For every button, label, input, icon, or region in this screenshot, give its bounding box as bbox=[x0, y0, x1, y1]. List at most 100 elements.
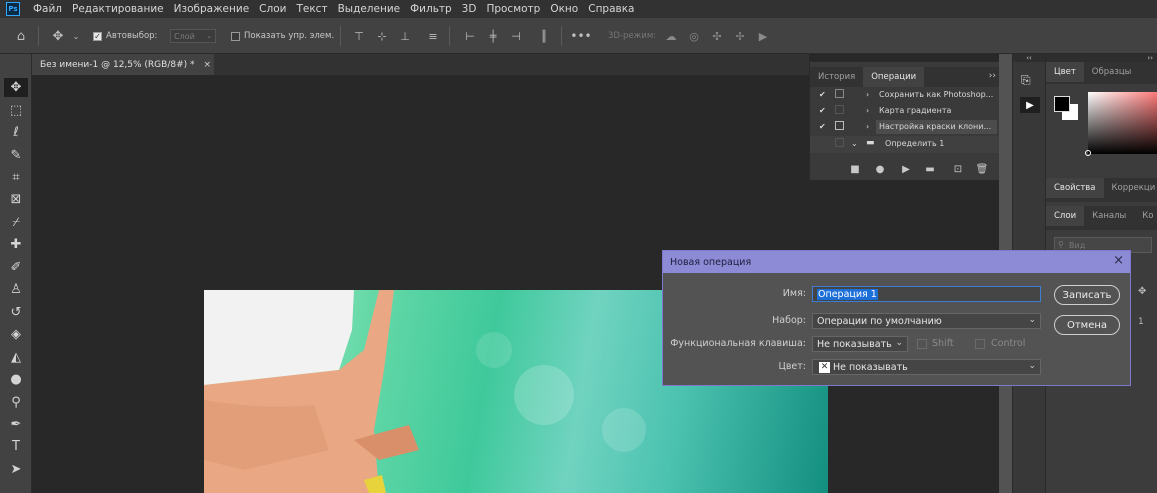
menu-select[interactable]: Выделение bbox=[333, 3, 406, 15]
play-icon[interactable]: ▶ bbox=[900, 163, 912, 175]
tab-properties[interactable]: Свойства bbox=[1046, 178, 1104, 198]
tab-actions[interactable]: Операции bbox=[863, 67, 925, 87]
paint-bucket-tool-icon[interactable]: ◭ bbox=[4, 348, 28, 367]
tab-channels[interactable]: Каналы bbox=[1084, 206, 1134, 226]
camera-3d-icon[interactable]: ▶ bbox=[756, 29, 770, 43]
dialog-toggle-icon[interactable] bbox=[835, 105, 844, 114]
drag-3d-icon[interactable]: ✣ bbox=[710, 29, 724, 43]
action-row[interactable]: ✔ › Карта градиента bbox=[810, 103, 1018, 120]
tab-adjustments[interactable]: Коррекци bbox=[1104, 178, 1157, 198]
move-tool-icon[interactable]: ✥ bbox=[4, 78, 28, 97]
menu-image[interactable]: Изображение bbox=[169, 3, 255, 15]
tab-paths[interactable]: Ко bbox=[1134, 206, 1157, 226]
type-tool-icon[interactable]: T bbox=[4, 437, 28, 456]
move-tool-icon[interactable]: ✥ bbox=[51, 29, 65, 44]
menu-edit[interactable]: Редактирование bbox=[67, 3, 169, 15]
blur-tool-icon[interactable]: ● bbox=[4, 370, 28, 389]
orbit-3d-icon[interactable]: ☁ bbox=[664, 29, 678, 43]
slide-3d-icon[interactable]: ✢ bbox=[733, 29, 747, 43]
action-set-select[interactable]: Операции по умолчанию ⌄ bbox=[812, 313, 1041, 329]
checkmark-icon[interactable]: ✔ bbox=[819, 90, 826, 99]
history-panel-icon[interactable]: ⎘ bbox=[1021, 73, 1031, 88]
pen-tool-icon[interactable]: ✒ bbox=[4, 415, 28, 434]
menu-3d[interactable]: 3D bbox=[457, 3, 482, 15]
align-left-icon[interactable]: ⊢ bbox=[463, 29, 477, 43]
align-bottom-icon[interactable]: ⊥ bbox=[398, 29, 412, 43]
collapse-icon[interactable]: ›› bbox=[1046, 54, 1157, 62]
action-row[interactable]: ✔ › Сохранить как Photoshop... bbox=[810, 87, 1018, 104]
menu-filter[interactable]: Фильтр bbox=[405, 3, 457, 15]
align-right-icon[interactable]: ⊣ bbox=[509, 29, 523, 43]
chevron-down-icon[interactable]: ⌄ bbox=[851, 139, 858, 148]
menu-window[interactable]: Окно bbox=[545, 3, 583, 15]
roll-3d-icon[interactable]: ◎ bbox=[687, 29, 701, 43]
expand-icon[interactable]: › bbox=[866, 90, 869, 99]
crop-tool-icon[interactable]: ⌗ bbox=[4, 168, 28, 187]
record-button[interactable]: Записать bbox=[1054, 285, 1120, 305]
align-top-icon[interactable]: ⊤ bbox=[352, 29, 366, 43]
collapse-icon[interactable]: ‹‹ bbox=[1013, 54, 1045, 62]
clone-stamp-tool-icon[interactable]: ♙ bbox=[4, 280, 28, 299]
action-color-select[interactable]: ✕ Не показывать ⌄ bbox=[812, 359, 1041, 375]
eraser-tool-icon[interactable]: ◈ bbox=[4, 325, 28, 344]
shift-checkbox[interactable] bbox=[917, 339, 927, 349]
tab-history[interactable]: История bbox=[810, 67, 863, 87]
new-action-icon[interactable]: ⊡ bbox=[952, 163, 964, 175]
color-picker-field[interactable] bbox=[1088, 92, 1157, 154]
quick-select-tool-icon[interactable]: ✎ bbox=[4, 146, 28, 165]
close-icon[interactable]: × bbox=[1113, 254, 1124, 268]
expand-icon[interactable]: › bbox=[866, 106, 869, 115]
tab-layers[interactable]: Слои bbox=[1046, 206, 1085, 226]
show-controls-toggle[interactable]: Показать упр. элем. bbox=[231, 28, 334, 44]
action-name-input[interactable]: Операция 1 bbox=[812, 286, 1041, 302]
align-vcenter-icon[interactable]: ⊹ bbox=[375, 29, 389, 43]
checkmark-icon[interactable]: ✔ bbox=[819, 106, 826, 115]
lasso-tool-icon[interactable]: ℓ bbox=[4, 123, 28, 142]
record-icon[interactable]: ● bbox=[874, 163, 886, 175]
dialog-toggle-icon[interactable] bbox=[835, 89, 844, 98]
menu-layers[interactable]: Слои bbox=[254, 3, 291, 15]
color-picker-cursor[interactable] bbox=[1085, 150, 1091, 156]
menu-type[interactable]: Текст bbox=[291, 3, 332, 15]
close-icon[interactable]: × bbox=[204, 60, 212, 70]
chevron-down-icon[interactable]: ⌄ bbox=[69, 29, 83, 43]
distribute-icon[interactable]: ≡ bbox=[426, 29, 440, 43]
marquee-tool-icon[interactable]: ⬚ bbox=[4, 101, 28, 120]
collapse-panel-icon[interactable]: ›› bbox=[989, 71, 996, 81]
dodge-tool-icon[interactable]: ⚲ bbox=[4, 393, 28, 412]
stop-icon[interactable]: ■ bbox=[849, 163, 861, 175]
more-options-icon[interactable]: ••• bbox=[570, 29, 591, 43]
checkbox-icon[interactable] bbox=[231, 31, 240, 41]
align-hcenter-icon[interactable]: ╪ bbox=[486, 29, 500, 43]
dialog-toggle-icon[interactable] bbox=[835, 138, 844, 147]
new-set-folder-icon[interactable]: ▬ bbox=[924, 163, 936, 175]
healing-brush-tool-icon[interactable]: ✚ bbox=[4, 235, 28, 254]
function-key-select[interactable]: Не показывать ⌄ bbox=[812, 336, 908, 352]
photoshop-logo[interactable]: Ps bbox=[6, 2, 20, 16]
actions-panel-icon[interactable]: ▶ bbox=[1020, 97, 1040, 113]
document-tab[interactable]: Без имени-1 @ 12,5% (RGB/8#) * × bbox=[32, 54, 214, 75]
path-select-tool-icon[interactable]: ➤ bbox=[4, 460, 28, 479]
brush-tool-icon[interactable]: ✐ bbox=[4, 258, 28, 277]
tab-color[interactable]: Цвет bbox=[1046, 62, 1084, 82]
cancel-button[interactable]: Отмена bbox=[1054, 315, 1120, 335]
autoselect-select[interactable]: Слой ⌄ bbox=[170, 28, 216, 44]
tab-swatches[interactable]: Образцы bbox=[1084, 62, 1140, 82]
control-checkbox[interactable] bbox=[975, 339, 985, 349]
action-set-row[interactable]: ⌄ ▬ Определить 1 bbox=[810, 136, 1018, 153]
expand-icon[interactable]: › bbox=[866, 122, 869, 131]
action-row[interactable]: ✔ › Настройка краски клони... bbox=[810, 119, 1018, 136]
checkmark-icon[interactable]: ✔ bbox=[819, 122, 826, 131]
eyedropper-tool-icon[interactable]: ⌿ bbox=[4, 213, 28, 232]
lock-position-icon[interactable]: ✥ bbox=[1138, 286, 1146, 297]
menu-view[interactable]: Просмотр bbox=[481, 3, 545, 15]
autoselect-toggle[interactable]: ✓ Автовыбор: bbox=[93, 28, 157, 44]
menu-help[interactable]: Справка bbox=[583, 3, 639, 15]
distribute-horizontal-icon[interactable]: ║ bbox=[537, 29, 551, 43]
trash-icon[interactable]: 🗑 bbox=[976, 163, 989, 175]
dialog-toggle-icon[interactable] bbox=[835, 121, 844, 130]
home-icon[interactable]: ⌂ bbox=[14, 29, 28, 44]
frame-tool-icon[interactable]: ⊠ bbox=[4, 190, 28, 209]
checkbox-checked-icon[interactable]: ✓ bbox=[93, 31, 102, 41]
menu-file[interactable]: Файл bbox=[28, 3, 67, 15]
